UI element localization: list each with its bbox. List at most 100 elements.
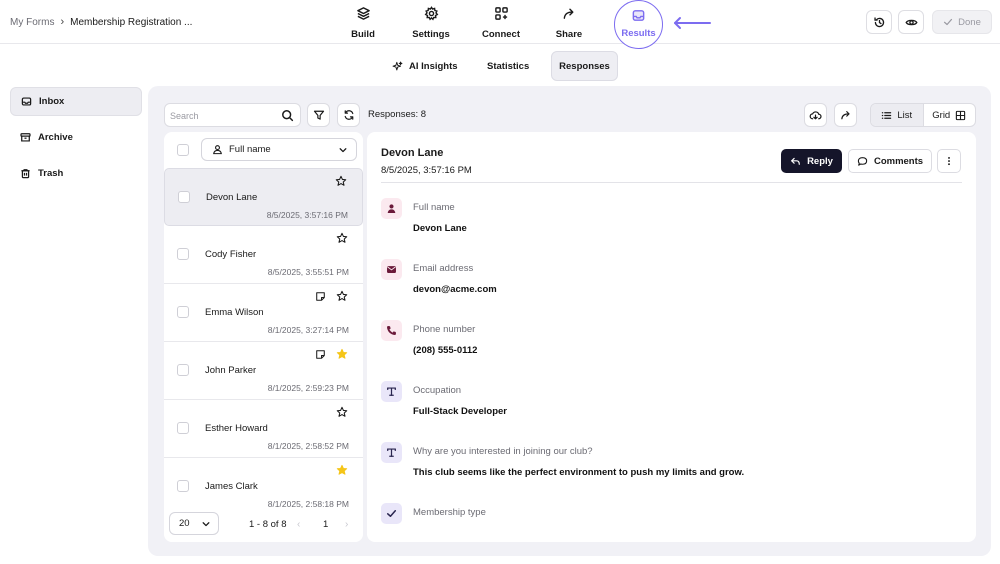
list-item[interactable]: John Parker 8/1/2025, 2:59:23 PM [164, 342, 363, 400]
nav-results[interactable]: Results [614, 0, 663, 49]
sidebar-item-label: Inbox [39, 96, 65, 107]
tab-responses-label: Responses [559, 60, 610, 72]
page-size-select[interactable]: 20 [169, 512, 219, 535]
note-icon[interactable] [315, 291, 326, 302]
star-outline-icon[interactable] [335, 175, 347, 187]
pagination: 20 1 - 8 of 8 ‹ 1 › [164, 508, 363, 542]
field-value: devon@acme.com [413, 284, 497, 295]
row-checkbox[interactable] [177, 364, 189, 376]
answer-email: Email address devon@acme.com [381, 259, 941, 309]
list-item[interactable]: Devon Lane 8/5/2025, 3:57:16 PM [164, 168, 363, 226]
sidebar-item-archive[interactable]: Archive [10, 123, 142, 152]
answer-interest: Why are you interested in joining our cl… [381, 442, 941, 492]
phone-icon [381, 320, 402, 341]
view-list-button[interactable]: List [871, 104, 924, 126]
field-label: Phone number [413, 324, 476, 335]
star-outline-icon[interactable] [336, 290, 348, 302]
row-checkbox[interactable] [178, 191, 190, 203]
list-item[interactable]: James Clark 8/1/2025, 2:58:18 PM [164, 458, 363, 508]
breadcrumb-my-forms[interactable]: My Forms [10, 17, 54, 28]
answer-membership-type: Membership type [381, 503, 941, 542]
comments-button[interactable]: Comments [848, 149, 932, 173]
done-label: Done [958, 16, 981, 28]
tab-ai-insights[interactable]: AI Insights [392, 51, 458, 81]
download-button[interactable] [804, 103, 827, 127]
search-input[interactable] [170, 107, 275, 124]
detail-date: 8/5/2025, 3:57:16 PM [381, 165, 472, 176]
field-label: Membership type [413, 507, 486, 518]
preview-button[interactable] [898, 10, 924, 34]
check-icon [944, 18, 953, 26]
row-checkbox[interactable] [177, 480, 189, 492]
answer-full-name: Full name Devon Lane [381, 198, 941, 248]
sidebar-item-inbox[interactable]: Inbox [10, 87, 142, 116]
inbox-icon [632, 10, 645, 21]
archive-icon [20, 133, 31, 142]
tab-statistics[interactable]: Statistics [487, 51, 529, 81]
star-outline-icon[interactable] [336, 232, 348, 244]
forward-button[interactable] [834, 103, 857, 127]
more-options-button[interactable] [937, 149, 961, 173]
star-filled-icon[interactable] [336, 348, 348, 360]
done-button[interactable]: Done [932, 10, 992, 34]
respondent-name: Emma Wilson [205, 307, 264, 318]
breadcrumb-current-form[interactable]: Membership Registration ... [70, 17, 192, 28]
row-checkbox[interactable] [177, 248, 189, 260]
list-item[interactable]: Cody Fisher 8/5/2025, 3:55:51 PM [164, 226, 363, 284]
respondent-name: Cody Fisher [205, 249, 257, 260]
refresh-icon [344, 110, 353, 120]
top-bar: My Forms › Membership Registration ... B… [0, 0, 1000, 49]
tab-responses[interactable]: Responses [551, 51, 618, 81]
row-checkbox[interactable] [177, 422, 189, 434]
tab-ai-insights-label: AI Insights [409, 60, 458, 72]
response-date: 8/1/2025, 3:27:14 PM [267, 325, 349, 335]
grid-icon [956, 110, 966, 120]
search-box[interactable] [164, 103, 301, 127]
nav-build[interactable]: Build [349, 6, 377, 40]
comments-label: Comments [873, 155, 924, 167]
annotation-arrow-left-icon [674, 17, 711, 29]
search-icon[interactable] [281, 109, 294, 122]
nav-connect[interactable]: Connect [478, 6, 524, 40]
star-outline-icon[interactable] [336, 406, 348, 418]
reply-button[interactable]: Reply [781, 149, 842, 173]
nav-settings[interactable]: Settings [410, 6, 452, 40]
respondent-name: James Clark [205, 481, 258, 492]
responses-count: Responses: 8 [368, 109, 427, 120]
page-number[interactable]: 1 [323, 519, 328, 530]
view-grid-label: Grid [932, 109, 951, 121]
list-item[interactable]: Emma Wilson 8/1/2025, 3:27:14 PM [164, 284, 363, 342]
list-item[interactable]: Esther Howard 8/1/2025, 2:58:52 PM [164, 400, 363, 458]
nav-share[interactable]: Share [552, 6, 586, 40]
sparkle-icon [392, 61, 403, 70]
responses-list: Full name Devon Lane 8/5/2025, 3:57:16 P… [164, 132, 363, 542]
field-value: (208) 555-0112 [413, 345, 478, 356]
history-button[interactable] [866, 10, 892, 34]
mail-icon [381, 259, 402, 280]
field-select-dropdown[interactable]: Full name [201, 138, 357, 161]
prev-page-chevron-icon[interactable]: ‹ [297, 519, 300, 530]
text-icon [381, 442, 402, 463]
field-label: Why are you interested in joining our cl… [413, 446, 593, 457]
next-page-chevron-icon[interactable]: › [345, 519, 348, 530]
response-date: 8/1/2025, 2:58:52 PM [267, 441, 349, 451]
star-filled-icon[interactable] [336, 464, 348, 476]
response-rows: Devon Lane 8/5/2025, 3:57:16 PM Cody Fis… [164, 168, 363, 508]
filter-button[interactable] [307, 103, 330, 127]
field-value: Full-Stack Developer [413, 406, 507, 417]
person-icon [381, 198, 402, 219]
chevron-down-icon [339, 148, 347, 153]
nav-share-label: Share [555, 29, 583, 40]
sidebar-item-label: Archive [38, 132, 73, 143]
sidebar-item-label: Trash [38, 168, 64, 179]
response-detail: Devon Lane 8/5/2025, 3:57:16 PM Reply Co… [367, 132, 976, 542]
refresh-button[interactable] [337, 103, 360, 127]
cloud-download-icon [809, 110, 822, 119]
view-grid-button[interactable]: Grid [924, 104, 976, 126]
sidebar-item-trash[interactable]: Trash [10, 159, 142, 188]
text-icon [381, 381, 402, 402]
row-checkbox[interactable] [177, 306, 189, 318]
select-all-checkbox[interactable] [177, 144, 189, 156]
note-icon[interactable] [315, 349, 326, 360]
field-value: This club seems like the perfect environ… [413, 467, 745, 478]
